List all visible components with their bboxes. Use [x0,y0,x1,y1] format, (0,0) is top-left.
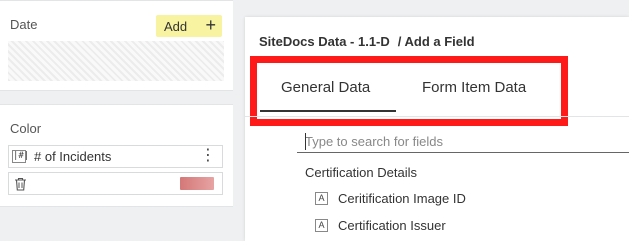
add-date-label: Add [164,18,188,34]
tab-general-data[interactable]: General Data [281,79,370,96]
date-shelf-title: Date [10,17,38,32]
color-swatch[interactable] [180,177,214,190]
add-date-button[interactable]: Add + [156,15,222,37]
field-item[interactable]: A Certification Issuer [315,218,446,233]
trash-icon[interactable] [14,177,27,191]
field-item-label: Certification Issuer [338,218,446,233]
tab-form-item-data[interactable]: Form Item Data [422,79,526,96]
add-field-dialog: SiteDocs Data - 1.1-D / Add a Field Gener… [245,17,629,241]
color-row [8,172,223,195]
section-header: Certification Details [305,165,417,180]
measure-type-icon: |#| [12,150,30,163]
breadcrumb-source: SiteDocs Data - 1.1-D [259,34,390,49]
divider [245,116,629,117]
breadcrumb-page: / Add a Field [397,34,475,49]
breadcrumb: SiteDocs Data - 1.1-D / Add a Field [259,34,475,49]
measure-row[interactable]: |#| # of Incidents ⋮ [8,145,223,168]
color-shelf-title: Color [10,121,42,136]
field-item[interactable]: A Ceritification Image ID [315,191,466,206]
measure-label: # of Incidents [34,149,112,164]
field-search-input[interactable] [297,131,629,153]
left-panel: Date Add + Color |#| # of Incidents ⋮ [0,0,233,241]
field-item-label: Ceritification Image ID [338,191,466,206]
more-options-icon[interactable]: ⋮ [200,148,216,164]
text-caret [305,133,306,150]
plus-icon: + [205,15,216,35]
date-drop-zone[interactable] [8,41,224,81]
active-tab-indicator [260,110,396,112]
text-type-icon: A [315,192,328,205]
date-shelf: Date Add + [0,0,233,91]
text-type-icon: A [315,219,328,232]
